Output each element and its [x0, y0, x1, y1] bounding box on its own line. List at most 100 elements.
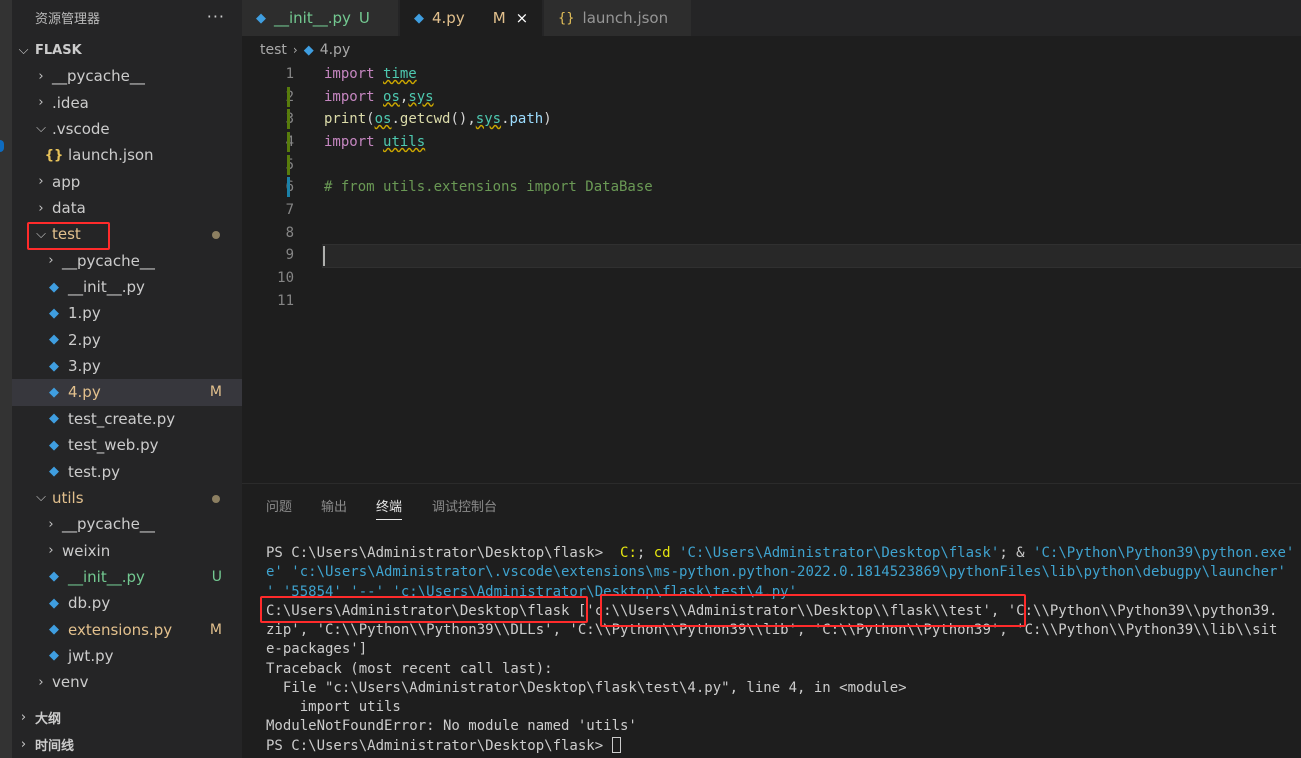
panel-tab-debug-console[interactable]: 调试控制台 — [432, 496, 497, 520]
json-file-icon: {} — [558, 10, 575, 26]
explorer-header: 资源管理器 ··· — [12, 0, 242, 34]
terminal-line: e-packages'] — [266, 640, 367, 659]
tree-item-label: venv — [52, 673, 89, 692]
tree-item-label: launch.json — [68, 146, 154, 165]
breadcrumb-folder[interactable]: test — [260, 42, 287, 58]
tree-item-label: extensions.py — [68, 620, 173, 639]
terminal-line: File "c:\Users\Administrator\Desktop\fla… — [266, 679, 907, 698]
chevron-down-icon: ⌵ — [18, 42, 29, 58]
chevron-right-icon: › — [48, 543, 54, 559]
highlight-box-cwd — [260, 596, 588, 623]
code-token: (), — [450, 111, 476, 128]
file-tree: › __pycache__ › .idea ⌵ .vscode{} launch.json ›… — [12, 63, 242, 703]
chevron-right-icon: › — [20, 709, 27, 725]
tree-file[interactable]: {} launch.json — [12, 142, 242, 169]
line-number: 1 — [285, 66, 294, 82]
code-line: # from utils.extensions import DataBase — [324, 176, 653, 199]
terminal-cursor — [611, 736, 621, 753]
panel-tab-problems[interactable]: 问题 — [266, 496, 292, 520]
chevron-down-icon: ⌵ — [36, 490, 46, 506]
chevron-right-icon: › — [38, 174, 44, 190]
code-token: sys — [475, 111, 502, 128]
editor-tabs: ◆ __init__.py U ◆ 4.py M × {} launch.jso… — [242, 0, 1301, 36]
tree-folder[interactable]: › app — [12, 168, 242, 195]
modified-dot-icon — [212, 231, 220, 240]
chevron-right-icon: › — [20, 736, 27, 752]
code-token: import — [324, 88, 375, 105]
tree-item-label: __pycache__ — [52, 67, 145, 86]
tab-label: __init__.py — [274, 9, 351, 27]
outline-label: 大纲 — [35, 711, 62, 727]
tree-folder[interactable]: › __pycache__ — [12, 63, 242, 90]
explorer-sidebar: 资源管理器 ··· ⌵ FLASK › __pycache__ › .idea ⌵ .vs… — [0, 0, 242, 758]
python-file-icon: ◆ — [49, 279, 59, 295]
terminal-line: Traceback (most recent call last): — [266, 660, 553, 679]
more-actions-icon[interactable]: ··· — [207, 7, 225, 26]
tree-item-label: 3.py — [68, 357, 101, 376]
python-file-icon: ◆ — [49, 305, 59, 321]
highlight-box-sys-path — [600, 594, 1026, 627]
tree-item-label: 4.py — [68, 383, 101, 402]
python-file-icon: ◆ — [49, 411, 59, 427]
tree-file[interactable]: ◆ test_web.py — [12, 432, 242, 459]
tree-file[interactable]: ◆ extensions.py M — [12, 616, 242, 643]
tree-folder[interactable]: › venv — [12, 669, 242, 696]
outline-section-header[interactable]: › 大纲 — [12, 704, 242, 730]
workspace-section-header[interactable]: ⌵ FLASK — [12, 37, 242, 63]
code-token: os — [383, 88, 400, 105]
chevron-right-icon: › — [38, 95, 44, 111]
close-icon[interactable]: × — [516, 9, 529, 27]
breadcrumb-file[interactable]: 4.py — [320, 42, 351, 58]
tab-4-py[interactable]: ◆ 4.py M × — [400, 0, 543, 36]
tree-file[interactable]: ◆ __init__.py U — [12, 564, 242, 591]
tree-item-label: .vscode — [52, 119, 110, 138]
code-editor[interactable]: 1import time2import os,sys3print(os.getc… — [242, 63, 1301, 483]
tree-folder[interactable]: › .idea — [12, 89, 242, 116]
tree-folder[interactable]: › weixin — [12, 537, 242, 564]
text-cursor — [323, 246, 325, 266]
code-token: ) — [543, 111, 552, 128]
terminal-line: PS C:\Users\Administrator\Desktop\flask> — [266, 736, 621, 756]
panel-tab-output[interactable]: 输出 — [321, 496, 347, 520]
panel-tab-terminal[interactable]: 终端 — [376, 496, 403, 520]
chevron-right-icon: › — [38, 68, 44, 84]
tree-file[interactable]: ◆ __init__.py — [12, 274, 242, 301]
tree-file[interactable]: ◆ 4.py M — [12, 379, 242, 406]
git-status-badge: U — [211, 568, 222, 585]
terminal-line: ModuleNotFoundError: No module named 'ut… — [266, 717, 637, 736]
python-file-icon: ◆ — [49, 384, 59, 400]
python-file-icon: ◆ — [49, 648, 59, 664]
chevron-right-icon: › — [38, 200, 44, 216]
terminal-segment: ; — [636, 545, 654, 561]
tree-folder[interactable]: › __pycache__ — [12, 511, 242, 538]
tree-file[interactable]: ◆ jwt.py — [12, 643, 242, 670]
highlight-box-test-folder — [27, 222, 110, 250]
tab-launch-json[interactable]: {} launch.json — [544, 0, 692, 36]
tree-file[interactable]: ◆ db.py — [12, 590, 242, 617]
tree-file[interactable]: ◆ test_create.py — [12, 406, 242, 433]
terminal-segment: File "c:\Users\Administrator\Desktop\fla… — [266, 679, 907, 696]
tab-status: M — [492, 9, 506, 27]
timeline-section-header[interactable]: › 时间线 — [12, 731, 242, 757]
tree-file[interactable]: ◆ 1.py — [12, 300, 242, 327]
tab-label: 4.py — [432, 9, 465, 27]
tree-item-label: jwt.py — [68, 646, 114, 665]
tree-file[interactable]: ◆ 2.py — [12, 327, 242, 354]
bottom-panel: 问题 输出 终端 调试控制台 PS C:\Users\Administrator… — [242, 483, 1301, 758]
tree-folder[interactable]: › data — [12, 195, 242, 222]
tree-folder[interactable]: ⌵ utils — [12, 485, 242, 512]
tree-file[interactable]: ◆ test.py — [12, 458, 242, 485]
code-token: ( — [366, 111, 375, 128]
tree-item-label: __init__.py — [68, 567, 145, 586]
tree-item-label: data — [52, 199, 86, 217]
tree-file[interactable]: ◆ 3.py — [12, 353, 242, 380]
gutter-added-indicator — [287, 86, 290, 107]
tab-init-py[interactable]: ◆ __init__.py U — [242, 0, 399, 36]
tree-folder[interactable]: ⌵ .vscode — [12, 116, 242, 143]
tree-folder[interactable]: › __pycache__ — [12, 247, 242, 274]
code-token: # from utils.extensions import DataBase — [324, 179, 653, 196]
terminal-line: e' 'c:\Users\Administrator\.vscode\exten… — [266, 563, 1286, 582]
code-token: print — [324, 111, 367, 128]
terminal-segment: ; & — [999, 545, 1034, 561]
